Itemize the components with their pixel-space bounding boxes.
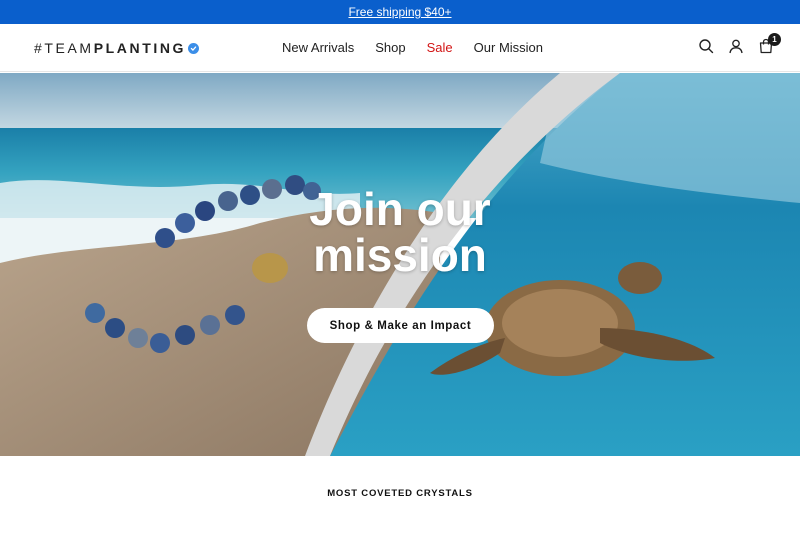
hero-title-line-1: Join our (309, 183, 491, 235)
nav-new-arrivals[interactable]: New Arrivals (282, 40, 354, 56)
nav-sale[interactable]: Sale (427, 40, 453, 56)
logo-text-bold: PLANTING (93, 40, 187, 56)
nav-our-mission[interactable]: Our Mission (474, 40, 543, 56)
hero-title: Join our mission (0, 186, 800, 278)
cart-count-badge: 1 (768, 33, 781, 46)
search-icon[interactable] (698, 38, 714, 54)
hero-title-line-2: mission (313, 229, 487, 281)
user-icon[interactable] (728, 38, 744, 54)
section-title: MOST COVETED CRYSTALS (327, 488, 473, 499)
main-nav: New Arrivals Shop Sale Our Mission (282, 40, 543, 56)
free-shipping-link[interactable]: Free shipping $40+ (348, 5, 451, 19)
site-header: #TEAM PLANTING New Arrivals Shop Sale Ou… (0, 24, 800, 72)
header-actions: 1 (698, 33, 781, 54)
nav-shop[interactable]: Shop (375, 40, 405, 56)
hero-banner: Join our mission Shop & Make an Impact (0, 73, 800, 456)
logo-text-thin: #TEAM (34, 40, 94, 56)
shop-make-impact-button[interactable]: Shop & Make an Impact (307, 308, 494, 343)
verified-badge-icon (188, 42, 200, 54)
announcement-bar: Free shipping $40+ (0, 0, 800, 24)
site-logo[interactable]: #TEAM PLANTING (34, 40, 200, 56)
cart-icon[interactable]: 1 (758, 33, 781, 54)
